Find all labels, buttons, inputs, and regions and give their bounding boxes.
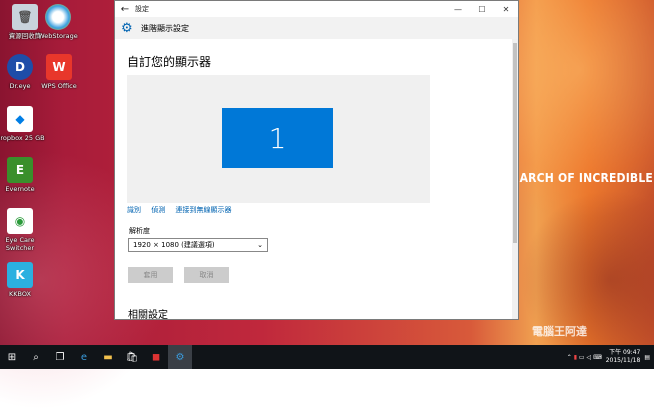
file-explorer-icon[interactable]: ▬: [96, 345, 120, 369]
kkbox-icon: K: [7, 262, 33, 288]
desktop-icon-evernote[interactable]: E Evernote: [0, 157, 45, 193]
identify-link[interactable]: 識別: [127, 206, 141, 214]
chevron-down-icon: ⌄: [257, 241, 263, 249]
search-icon[interactable]: ⌕: [24, 345, 48, 369]
clock-time: 下午 09:47: [609, 349, 641, 356]
tray-chevron-up-icon[interactable]: ⌃: [567, 354, 572, 361]
system-tray: ⌃ ▮ ▭ ◁ ⌨ 下午 09:47 2015/11/18 ▤: [567, 345, 650, 369]
network-icon[interactable]: ▭: [579, 354, 585, 361]
page-header: ⚙ 進階顯示設定: [115, 17, 518, 39]
connect-wireless-display-link[interactable]: 連接到無線顯示器: [175, 206, 231, 214]
store-icon[interactable]: 🛍: [120, 345, 144, 369]
desktop-icon-dropbox[interactable]: ◆ Dropbox 25 GB: [0, 106, 45, 142]
display-links: 識別 偵測 連接到無線顯示器: [127, 205, 239, 215]
taskbar: ⊞ ⌕ ❐ e ▬ 🛍 ◼ ⚙ ⌃ ▮ ▭ ◁ ⌨ 下午 09:47 2015/…: [0, 345, 654, 369]
wps-office-icon: W: [46, 54, 72, 80]
start-windows-icon[interactable]: ⊞: [0, 345, 24, 369]
desktop-icon-webstorage[interactable]: WebStorage: [33, 4, 83, 40]
evernote-icon: E: [7, 157, 33, 183]
close-icon[interactable]: ✕: [494, 5, 518, 14]
section-heading: 自訂您的顯示器: [127, 55, 212, 69]
back-arrow-icon[interactable]: ←: [115, 4, 135, 15]
window-titlebar: ← 設定 — ☐ ✕: [115, 1, 518, 17]
eye-icon: ◉: [7, 208, 33, 234]
maximize-icon[interactable]: ☐: [470, 5, 494, 14]
detect-link[interactable]: 偵測: [151, 206, 165, 214]
tray-app-icon[interactable]: ▮: [574, 354, 577, 361]
desktop-icon-eye-care-switcher[interactable]: ◉ Eye Care Switcher: [0, 208, 45, 252]
settings-content: 自訂您的顯示器 1 識別 偵測 連接到無線顯示器 解析度 1920 × 1080…: [127, 53, 430, 319]
resolution-value: 1920 × 1080 (建議選項): [133, 241, 215, 249]
settings-window: ← 設定 — ☐ ✕ ⚙ 進階顯示設定 自訂您的顯示器 1 識別 偵測 連接到無…: [114, 0, 519, 320]
scrollbar-thumb[interactable]: [513, 43, 517, 243]
notifications-icon[interactable]: ▤: [644, 354, 650, 361]
related-settings-heading: 相關設定: [128, 310, 168, 320]
keyboard-icon[interactable]: ⌨: [593, 354, 602, 361]
desktop-icon-kkbox[interactable]: K KKBOX: [0, 262, 45, 298]
app-red-icon[interactable]: ◼: [144, 345, 168, 369]
task-view-icon[interactable]: ❐: [48, 345, 72, 369]
display-arrangement-area: 1: [127, 75, 430, 203]
resolution-label: 解析度: [129, 227, 150, 235]
edge-browser-icon[interactable]: e: [72, 345, 96, 369]
window-title: 設定: [135, 5, 149, 13]
settings-taskbar-icon[interactable]: ⚙: [168, 345, 192, 369]
cancel-button[interactable]: 取消: [184, 267, 229, 283]
watermark: 電腦王阿達: [532, 325, 587, 338]
monitor-tile[interactable]: 1: [222, 108, 333, 168]
page-title: 進階顯示設定: [141, 23, 189, 33]
apply-button[interactable]: 套用: [128, 267, 173, 283]
dreye-icon: D: [7, 54, 33, 80]
wallpaper-brand-text: EARCH OF INCREDIBLE: [512, 171, 653, 185]
minimize-icon[interactable]: —: [446, 5, 470, 14]
desktop-icon-wps-office[interactable]: W WPS Office: [34, 54, 84, 90]
clock[interactable]: 下午 09:47 2015/11/18: [606, 349, 641, 365]
gear-icon: ⚙: [121, 20, 133, 36]
webstorage-icon: [45, 4, 71, 30]
dropbox-icon: ◆: [7, 106, 33, 132]
resolution-dropdown[interactable]: 1920 × 1080 (建議選項) ⌄: [128, 238, 268, 252]
clock-date: 2015/11/18: [605, 357, 641, 364]
volume-icon[interactable]: ◁: [587, 354, 592, 361]
